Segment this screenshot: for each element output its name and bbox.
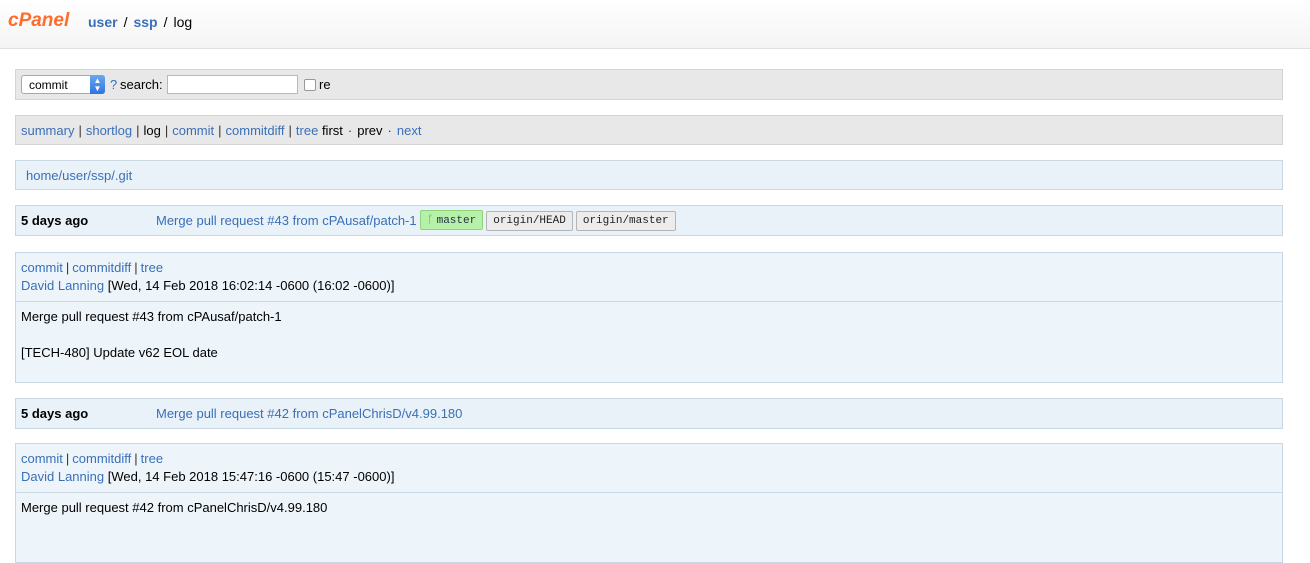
- nav-dot: ·: [387, 123, 392, 138]
- commit-title-row[interactable]: 5 days ago Merge pull request #43 from c…: [15, 205, 1283, 236]
- breadcrumb-separator: /: [163, 14, 168, 30]
- commit-message-line: Merge pull request #43 from cPAusaf/patc…: [21, 309, 282, 324]
- search-type-select[interactable]: commit ▲ ▼: [21, 75, 105, 94]
- commit-age: 5 days ago: [21, 406, 89, 421]
- nav-separator: |: [164, 123, 169, 138]
- commit-link[interactable]: commit: [21, 260, 63, 275]
- ref-origin-master[interactable]: origin/master: [575, 211, 676, 231]
- nav-separator: |: [78, 123, 82, 138]
- commitdiff-link[interactable]: commitdiff: [72, 260, 131, 275]
- commit-detail: commit | commitdiff | tree David Lanning [We…: [15, 252, 1283, 383]
- link-separator: |: [65, 451, 70, 466]
- author-link[interactable]: David Lanning: [21, 469, 104, 484]
- commit-header: commit | commitdiff | tree David Lanning [We…: [16, 253, 1282, 301]
- nav-first: first: [321, 123, 343, 138]
- nav-commitdiff[interactable]: commitdiff: [226, 123, 285, 138]
- author-link[interactable]: David Lanning: [21, 278, 104, 293]
- search-help-link[interactable]: ?: [110, 77, 117, 92]
- search-label: search:: [120, 77, 163, 92]
- link-separator: |: [134, 260, 138, 275]
- tree-link[interactable]: tree: [141, 451, 163, 466]
- nav-separator: |: [136, 123, 140, 138]
- branch-icon: ᚴ: [427, 213, 434, 226]
- ref-origin-head[interactable]: origin/HEAD: [486, 211, 573, 231]
- commit-title-row[interactable]: 5 days ago Merge pull request #42 from c…: [15, 398, 1283, 429]
- commit-header: commit | commitdiff | tree David Lanning [We…: [16, 444, 1282, 492]
- search-type-value: commit: [29, 78, 68, 92]
- breadcrumb-ssp[interactable]: ssp: [133, 14, 157, 30]
- select-arrows-icon: ▲ ▼: [90, 75, 105, 94]
- tree-link[interactable]: tree: [141, 260, 163, 275]
- commit-date: [Wed, 14 Feb 2018 15:47:16 -0600 (15:47 …: [107, 469, 395, 484]
- breadcrumb-current: log: [173, 14, 193, 30]
- commit-message: Merge pull request #43 from cPAusaf/patc…: [16, 301, 1282, 386]
- nav-commit[interactable]: commit: [172, 123, 214, 138]
- commit-refs: ᚴ master origin/HEAD origin/master: [420, 210, 679, 231]
- commit-message-line: [TECH-480] Update v62 EOL date: [21, 345, 218, 360]
- ref-label: master: [436, 215, 477, 227]
- search-bar: commit ▲ ▼ ? search: re: [15, 69, 1283, 100]
- cpanel-logo[interactable]: cPanel: [8, 10, 69, 32]
- regex-checkbox[interactable]: [304, 79, 316, 91]
- commit-date: [Wed, 14 Feb 2018 16:02:14 -0600 (16:02 …: [107, 278, 395, 293]
- commit-link[interactable]: commit: [21, 451, 63, 466]
- commitdiff-link[interactable]: commitdiff: [72, 451, 131, 466]
- regex-label: re: [319, 77, 331, 92]
- breadcrumb: user / ssp / log: [88, 14, 192, 30]
- repo-path-link[interactable]: home/user/ssp/.git: [26, 168, 132, 183]
- commit-message: Merge pull request #42 from cPanelChrisD…: [16, 492, 1282, 541]
- top-header: cPanel user / ssp / log: [0, 0, 1310, 49]
- breadcrumb-user[interactable]: user: [88, 14, 118, 30]
- nav-shortlog[interactable]: shortlog: [86, 123, 132, 138]
- commit-subject-link[interactable]: Merge pull request #43 from cPAusaf/patc…: [156, 213, 417, 228]
- commit-age: 5 days ago: [21, 213, 89, 228]
- nav-prev: prev: [357, 123, 383, 138]
- nav-dot: ·: [347, 123, 353, 138]
- search-input[interactable]: [167, 75, 298, 94]
- nav-tree[interactable]: tree: [296, 123, 318, 138]
- nav-separator: |: [288, 123, 292, 138]
- commit-message-line: Merge pull request #42 from cPanelChrisD…: [21, 500, 328, 515]
- link-separator: |: [134, 451, 138, 466]
- commit-subject-link[interactable]: Merge pull request #42 from cPanelChrisD…: [156, 406, 462, 421]
- nav-separator: |: [218, 123, 222, 138]
- nav-summary[interactable]: summary: [21, 123, 74, 138]
- commit-detail: commit | commitdiff | tree David Lanning [We…: [15, 443, 1283, 563]
- repo-path-bar: home/user/ssp/.git: [15, 160, 1283, 190]
- nav-next[interactable]: next: [397, 123, 422, 138]
- page-nav: summary | shortlog | log | commit | commitdiff | t…: [15, 115, 1283, 145]
- ref-head-master[interactable]: ᚴ master: [420, 210, 484, 230]
- breadcrumb-separator: /: [123, 14, 128, 30]
- nav-log-current: log: [143, 123, 161, 138]
- link-separator: |: [65, 260, 70, 275]
